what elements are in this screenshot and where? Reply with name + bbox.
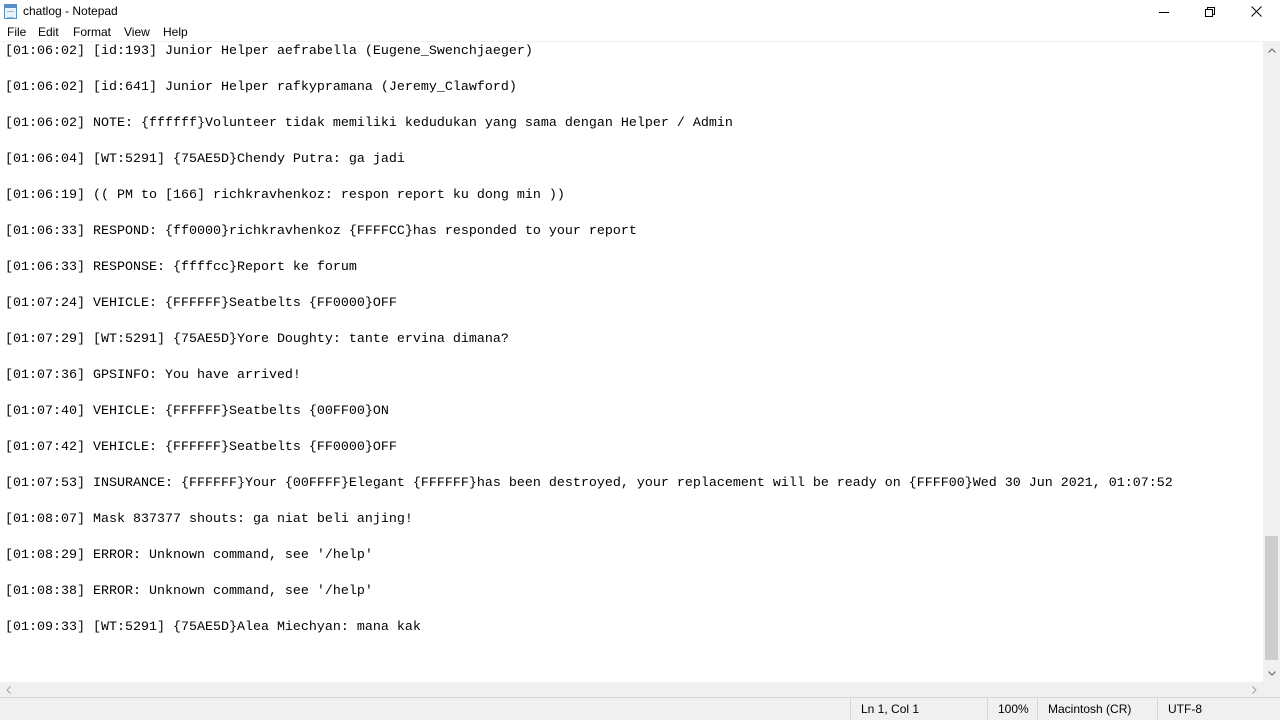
text-line: [01:06:02] NOTE: {ffffff}Volunteer tidak… — [5, 116, 733, 131]
text-line: [01:08:29] ERROR: Unknown command, see '… — [5, 548, 373, 563]
text-line: [01:07:53] INSURANCE: {FFFFFF}Your {00FF… — [5, 476, 1173, 491]
title-bar[interactable]: chatlog - Notepad — [0, 0, 1280, 23]
text-line: [01:07:36] GPSINFO: You have arrived! — [5, 368, 301, 383]
cursor-position: Ln 1, Col 1 — [850, 698, 987, 720]
scroll-up-button[interactable] — [1263, 42, 1280, 59]
minimize-button[interactable] — [1141, 0, 1187, 23]
text-line: [01:06:19] (( PM to [166] richkravhenkoz… — [5, 188, 565, 203]
chevron-right-icon — [1252, 685, 1257, 694]
close-button[interactable] — [1233, 0, 1279, 23]
menu-file[interactable]: File — [7, 25, 26, 39]
notepad-icon — [4, 4, 17, 19]
menu-view[interactable]: View — [124, 25, 150, 39]
menu-help[interactable]: Help — [163, 25, 188, 39]
restore-button[interactable] — [1187, 0, 1233, 23]
close-icon — [1250, 6, 1262, 17]
line-ending: Macintosh (CR) — [1037, 698, 1157, 720]
text-line: [01:07:40] VEHICLE: {FFFFFF}Seatbelts {0… — [5, 404, 389, 419]
text-line: [01:08:07] Mask 837377 shouts: ga niat b… — [5, 512, 413, 527]
menu-bar: File Edit Format View Help — [0, 23, 1280, 42]
scroll-right-button[interactable] — [1246, 682, 1263, 697]
text-line: [01:06:02] [id:193] Junior Helper aefrab… — [5, 44, 533, 59]
status-bar: Ln 1, Col 1 100% Macintosh (CR) UTF-8 — [0, 697, 1280, 720]
window-title: chatlog - Notepad — [23, 4, 118, 18]
zoom-level: 100% — [987, 698, 1037, 720]
vertical-scroll-thumb[interactable] — [1265, 536, 1278, 660]
chevron-left-icon — [6, 685, 11, 694]
encoding: UTF-8 — [1157, 698, 1280, 720]
text-line: [01:07:29] [WT:5291] {75AE5D}Yore Dought… — [5, 332, 509, 347]
text-line: [01:06:04] [WT:5291] {75AE5D}Chendy Putr… — [5, 152, 405, 167]
menu-edit[interactable]: Edit — [38, 25, 59, 39]
menu-format[interactable]: Format — [73, 25, 111, 39]
chevron-up-icon — [1267, 48, 1276, 53]
horizontal-scrollbar[interactable] — [0, 682, 1263, 697]
text-line: [01:06:33] RESPONSE: {ffffcc}Report ke f… — [5, 260, 357, 275]
text-line: [01:06:33] RESPOND: {ff0000}richkravhenk… — [5, 224, 637, 239]
text-line: [01:08:38] ERROR: Unknown command, see '… — [5, 584, 373, 599]
text-line: [01:07:42] VEHICLE: {FFFFFF}Seatbelts {F… — [5, 440, 397, 455]
scrollbar-corner — [1263, 682, 1280, 697]
scroll-left-button[interactable] — [0, 682, 17, 697]
restore-icon — [1205, 6, 1215, 17]
text-editor[interactable]: [01:06:02] [id:193] Junior Helper aefrab… — [0, 42, 1263, 682]
text-line: [01:06:02] [id:641] Junior Helper rafkyp… — [5, 80, 517, 95]
minimize-icon — [1159, 11, 1169, 13]
chevron-down-icon — [1267, 671, 1276, 676]
vertical-scrollbar[interactable] — [1263, 42, 1280, 682]
scroll-down-button[interactable] — [1263, 665, 1280, 682]
text-line: [01:09:33] [WT:5291] {75AE5D}Alea Miechy… — [5, 620, 421, 635]
text-line: [01:07:24] VEHICLE: {FFFFFF}Seatbelts {F… — [5, 296, 397, 311]
